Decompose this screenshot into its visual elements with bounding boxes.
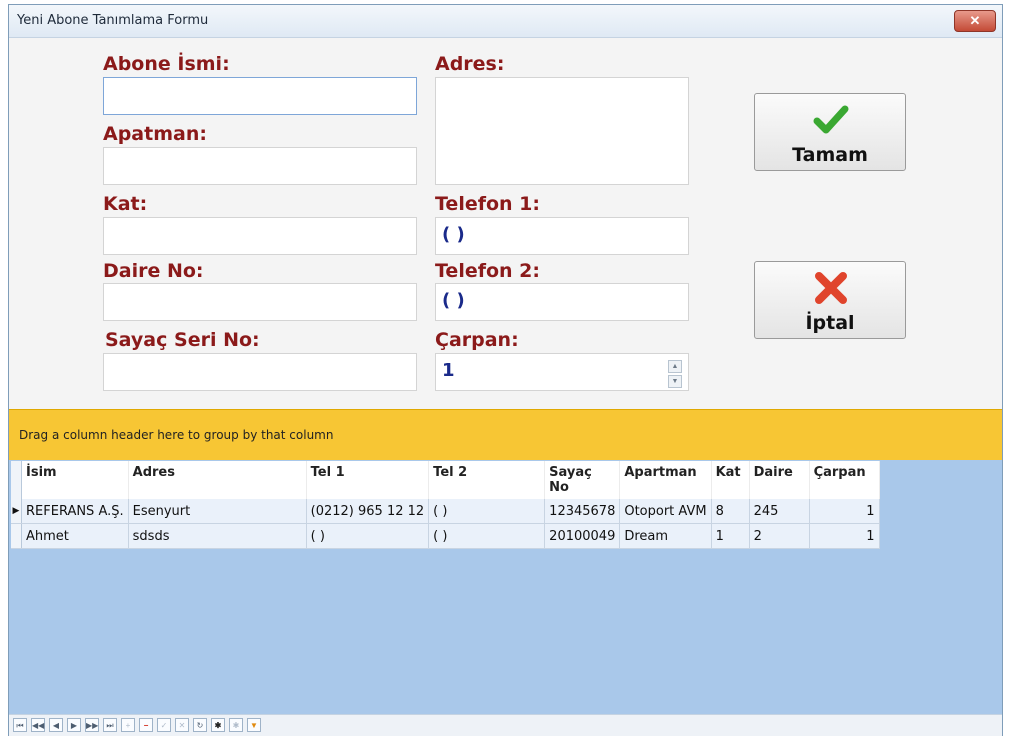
- bookmark-icon[interactable]: ✱: [211, 718, 225, 732]
- apartman-label: Apatman:: [103, 123, 207, 145]
- table-cell[interactable]: Otoport AVM: [619, 499, 712, 524]
- spin-up-icon[interactable]: ▲: [668, 360, 682, 373]
- delete-record-icon[interactable]: −: [139, 718, 153, 732]
- table-row[interactable]: ▶ REFERANS A.Ş. Esenyurt (0212) 965 12 1…: [11, 499, 880, 524]
- iptal-label: İptal: [805, 312, 855, 334]
- spin-down-icon[interactable]: ▼: [668, 375, 682, 388]
- tamam-button[interactable]: Tamam: [754, 93, 906, 171]
- x-icon: [815, 272, 847, 304]
- row-indicator: [11, 523, 22, 549]
- close-button[interactable]: ✕: [954, 10, 996, 32]
- abone-ismi-label: Abone İsmi:: [103, 53, 230, 75]
- current-row-arrow-icon: ▶: [11, 499, 22, 524]
- prev-record-icon[interactable]: ◀: [49, 718, 63, 732]
- kat-input[interactable]: [103, 217, 417, 255]
- filter-icon[interactable]: ▼: [247, 718, 261, 732]
- check-icon: [813, 105, 849, 134]
- row-indicator-header: [11, 461, 22, 499]
- apartman-input[interactable]: [103, 147, 417, 185]
- next-record-icon[interactable]: ▶: [67, 718, 81, 732]
- subscriber-grid: Drag a column header here to group by th…: [9, 409, 1002, 736]
- column-header-sayac-no[interactable]: Sayaç No: [544, 461, 621, 499]
- table-cell[interactable]: 12345678: [544, 499, 621, 524]
- cancel-edit-icon[interactable]: ✕: [175, 718, 189, 732]
- refresh-icon[interactable]: ↻: [193, 718, 207, 732]
- column-header-carpan[interactable]: Çarpan: [809, 461, 880, 499]
- abone-ismi-input[interactable]: [103, 77, 417, 115]
- title-bar: Yeni Abone Tanımlama Formu ✕: [9, 5, 1002, 38]
- next-page-icon[interactable]: ▶▶: [85, 718, 99, 732]
- column-header-adres[interactable]: Adres: [128, 461, 307, 499]
- grid-navigator: ⏮ ◀◀ ◀ ▶ ▶▶ ⏭ + − ✓ ✕ ↻ ✱ ✱ ▼: [9, 714, 1002, 736]
- telefon2-input[interactable]: ( ): [435, 283, 689, 321]
- daire-no-input[interactable]: [103, 283, 417, 321]
- column-header-apartman[interactable]: Apartman: [619, 461, 712, 499]
- group-by-panel[interactable]: Drag a column header here to group by th…: [9, 409, 1002, 460]
- column-header-tel1[interactable]: Tel 1: [306, 461, 430, 499]
- table-cell[interactable]: Esenyurt: [128, 499, 307, 524]
- column-header-isim[interactable]: İsim: [21, 461, 129, 499]
- grid-table: İsim Adres Tel 1 Tel 2 Sayaç No Apartman…: [11, 461, 880, 549]
- adres-textarea[interactable]: [435, 77, 689, 185]
- sayac-seri-no-label: Sayaç Seri No:: [105, 329, 260, 351]
- group-hint: Drag a column header here to group by th…: [19, 428, 334, 442]
- table-cell[interactable]: 1: [809, 523, 880, 549]
- table-cell[interactable]: Ahmet: [21, 523, 129, 549]
- prev-page-icon[interactable]: ◀◀: [31, 718, 45, 732]
- table-cell[interactable]: ( ): [306, 523, 430, 549]
- table-cell[interactable]: Dream: [619, 523, 712, 549]
- insert-record-icon[interactable]: +: [121, 718, 135, 732]
- column-header-kat[interactable]: Kat: [711, 461, 750, 499]
- spinner-arrows[interactable]: ▲ ▼: [668, 360, 682, 388]
- table-cell[interactable]: REFERANS A.Ş.: [21, 499, 129, 524]
- daire-no-label: Daire No:: [103, 260, 204, 282]
- post-record-icon[interactable]: ✓: [157, 718, 171, 732]
- table-cell[interactable]: 2: [749, 523, 810, 549]
- table-cell[interactable]: 8: [711, 499, 750, 524]
- table-cell[interactable]: 245: [749, 499, 810, 524]
- adres-label: Adres:: [435, 53, 505, 75]
- column-header-tel2[interactable]: Tel 2: [428, 461, 546, 499]
- column-header-daire[interactable]: Daire: [749, 461, 810, 499]
- table-cell[interactable]: 1: [809, 499, 880, 524]
- table-row[interactable]: Ahmet sdsds ( ) ( ) 20100049 Dream 1 2 1: [11, 523, 880, 549]
- telefon2-label: Telefon 2:: [435, 260, 541, 282]
- table-cell[interactable]: ( ): [428, 499, 546, 524]
- table-cell[interactable]: sdsds: [128, 523, 307, 549]
- kat-label: Kat:: [103, 193, 148, 215]
- last-record-icon[interactable]: ⏭: [103, 718, 117, 732]
- telefon1-input[interactable]: ( ): [435, 217, 689, 255]
- first-record-icon[interactable]: ⏮: [13, 718, 27, 732]
- iptal-button[interactable]: İptal: [754, 261, 906, 339]
- table-cell[interactable]: 20100049: [544, 523, 621, 549]
- telefon1-label: Telefon 1:: [435, 193, 541, 215]
- carpan-spinner[interactable]: 1 ▲ ▼: [435, 353, 689, 391]
- window-title: Yeni Abone Tanımlama Formu: [17, 13, 209, 28]
- carpan-label: Çarpan:: [435, 329, 519, 351]
- table-cell[interactable]: 1: [711, 523, 750, 549]
- sayac-seri-no-input[interactable]: [103, 353, 417, 391]
- tamam-label: Tamam: [792, 144, 868, 166]
- table-cell[interactable]: (0212) 965 12 12: [306, 499, 430, 524]
- goto-bookmark-icon[interactable]: ✱: [229, 718, 243, 732]
- dialog-window: Yeni Abone Tanımlama Formu ✕ Abone İsmi:…: [8, 4, 1003, 736]
- table-cell[interactable]: ( ): [428, 523, 546, 549]
